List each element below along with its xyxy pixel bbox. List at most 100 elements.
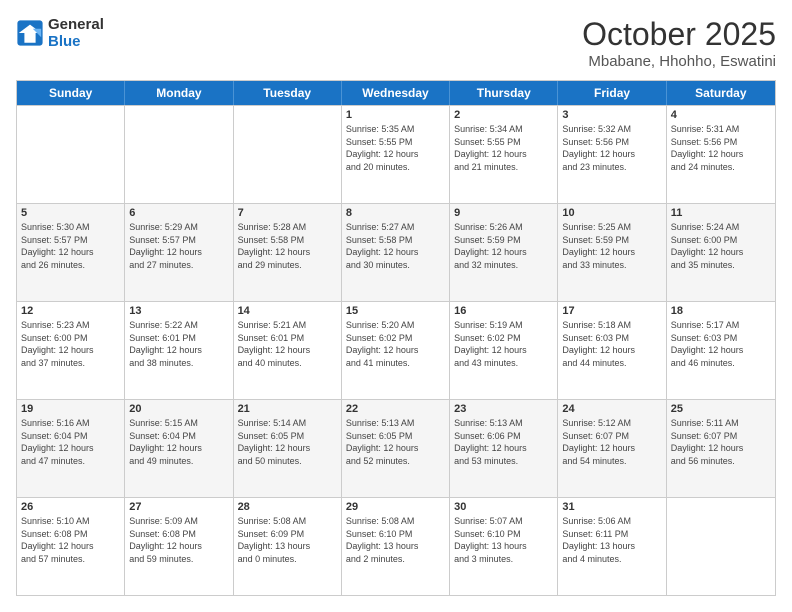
calendar-cell: 5 Sunrise: 5:30 AM Sunset: 5:57 PM Daylig… [17, 204, 125, 301]
calendar-cell: 9 Sunrise: 5:26 AM Sunset: 5:59 PM Daylig… [450, 204, 558, 301]
calendar: SundayMondayTuesdayWednesdayThursdayFrid… [16, 80, 776, 596]
calendar-cell: 7 Sunrise: 5:28 AM Sunset: 5:58 PM Daylig… [234, 204, 342, 301]
day-number: 14 [238, 305, 337, 317]
calendar-cell: 17Sunrise: 5:18 AM Sunset: 6:03 PM Dayli… [558, 302, 666, 399]
calendar-cell: 29 Sunrise: 5:08 AM Sunset: 6:10 PM Dayli… [342, 498, 450, 595]
day-info: Sunrise: 5:18 AM Sunset: 6:03 PM Dayligh… [562, 319, 661, 369]
day-number: 19 [21, 403, 120, 415]
header-day-tuesday: Tuesday [234, 81, 342, 105]
calendar-cell: 25Sunrise: 5:11 AM Sunset: 6:07 PM Dayli… [667, 400, 775, 497]
calendar-cell: 13 Sunrise: 5:22 AM Sunset: 6:01 PM Dayli… [125, 302, 233, 399]
month-title: October 2025 [582, 16, 776, 53]
day-number: 10 [562, 207, 661, 219]
header-day-friday: Friday [558, 81, 666, 105]
day-number: 13 [129, 305, 228, 317]
calendar-cell: 18Sunrise: 5:17 AM Sunset: 6:03 PM Dayli… [667, 302, 775, 399]
calendar-cell: 31Sunrise: 5:06 AM Sunset: 6:11 PM Dayli… [558, 498, 666, 595]
day-number: 9 [454, 207, 553, 219]
day-info: Sunrise: 5:12 AM Sunset: 6:07 PM Dayligh… [562, 417, 661, 467]
calendar-body: 1Sunrise: 5:35 AM Sunset: 5:55 PM Daylig… [17, 105, 775, 595]
calendar-cell: 14 Sunrise: 5:21 AM Sunset: 6:01 PM Dayli… [234, 302, 342, 399]
day-info: Sunrise: 5:10 AM Sunset: 6:08 PM Dayligh… [21, 515, 120, 565]
day-number: 28 [238, 501, 337, 513]
calendar-cell: 30Sunrise: 5:07 AM Sunset: 6:10 PM Dayli… [450, 498, 558, 595]
day-number: 23 [454, 403, 553, 415]
calendar-cell: 26 Sunrise: 5:10 AM Sunset: 6:08 PM Dayli… [17, 498, 125, 595]
day-info: Sunrise: 5:35 AM Sunset: 5:55 PM Dayligh… [346, 123, 445, 173]
calendar-cell: 11Sunrise: 5:24 AM Sunset: 6:00 PM Dayli… [667, 204, 775, 301]
header-day-monday: Monday [125, 81, 233, 105]
calendar-row: 12Sunrise: 5:23 AM Sunset: 6:00 PM Dayli… [17, 301, 775, 399]
calendar-row: 1Sunrise: 5:35 AM Sunset: 5:55 PM Daylig… [17, 105, 775, 203]
calendar-cell [234, 106, 342, 203]
calendar-cell: 12Sunrise: 5:23 AM Sunset: 6:00 PM Dayli… [17, 302, 125, 399]
day-info: Sunrise: 5:28 AM Sunset: 5:58 PM Dayligh… [238, 221, 337, 271]
day-number: 16 [454, 305, 553, 317]
calendar-cell: 27 Sunrise: 5:09 AM Sunset: 6:08 PM Dayli… [125, 498, 233, 595]
logo-icon [16, 19, 44, 47]
day-info: Sunrise: 5:13 AM Sunset: 6:05 PM Dayligh… [346, 417, 445, 467]
day-info: Sunrise: 5:20 AM Sunset: 6:02 PM Dayligh… [346, 319, 445, 369]
day-number: 29 [346, 501, 445, 513]
day-info: Sunrise: 5:27 AM Sunset: 5:58 PM Dayligh… [346, 221, 445, 271]
day-number: 24 [562, 403, 661, 415]
calendar-cell: 19 Sunrise: 5:16 AM Sunset: 6:04 PM Dayli… [17, 400, 125, 497]
calendar-cell: 15 Sunrise: 5:20 AM Sunset: 6:02 PM Dayli… [342, 302, 450, 399]
calendar-cell: 1Sunrise: 5:35 AM Sunset: 5:55 PM Daylig… [342, 106, 450, 203]
calendar-cell [17, 106, 125, 203]
day-info: Sunrise: 5:34 AM Sunset: 5:55 PM Dayligh… [454, 123, 553, 173]
day-info: Sunrise: 5:21 AM Sunset: 6:01 PM Dayligh… [238, 319, 337, 369]
calendar-cell: 16 Sunrise: 5:19 AM Sunset: 6:02 PM Dayli… [450, 302, 558, 399]
day-number: 18 [671, 305, 771, 317]
day-info: Sunrise: 5:26 AM Sunset: 5:59 PM Dayligh… [454, 221, 553, 271]
day-info: Sunrise: 5:19 AM Sunset: 6:02 PM Dayligh… [454, 319, 553, 369]
calendar-cell: 21 Sunrise: 5:14 AM Sunset: 6:05 PM Dayli… [234, 400, 342, 497]
day-info: Sunrise: 5:11 AM Sunset: 6:07 PM Dayligh… [671, 417, 771, 467]
day-number: 4 [671, 109, 771, 121]
day-info: Sunrise: 5:08 AM Sunset: 6:10 PM Dayligh… [346, 515, 445, 565]
calendar-cell: 28 Sunrise: 5:08 AM Sunset: 6:09 PM Dayli… [234, 498, 342, 595]
day-info: Sunrise: 5:16 AM Sunset: 6:04 PM Dayligh… [21, 417, 120, 467]
calendar-cell [125, 106, 233, 203]
day-info: Sunrise: 5:22 AM Sunset: 6:01 PM Dayligh… [129, 319, 228, 369]
logo-line1: General [48, 16, 104, 33]
day-number: 3 [562, 109, 661, 121]
day-info: Sunrise: 5:30 AM Sunset: 5:57 PM Dayligh… [21, 221, 120, 271]
day-info: Sunrise: 5:15 AM Sunset: 6:04 PM Dayligh… [129, 417, 228, 467]
day-info: Sunrise: 5:24 AM Sunset: 6:00 PM Dayligh… [671, 221, 771, 271]
day-number: 31 [562, 501, 661, 513]
day-number: 27 [129, 501, 228, 513]
day-info: Sunrise: 5:23 AM Sunset: 6:00 PM Dayligh… [21, 319, 120, 369]
header-day-thursday: Thursday [450, 81, 558, 105]
calendar-cell: 2Sunrise: 5:34 AM Sunset: 5:55 PM Daylig… [450, 106, 558, 203]
calendar-cell: 3 Sunrise: 5:32 AM Sunset: 5:56 PM Daylig… [558, 106, 666, 203]
header-day-saturday: Saturday [667, 81, 775, 105]
day-number: 5 [21, 207, 120, 219]
day-info: Sunrise: 5:29 AM Sunset: 5:57 PM Dayligh… [129, 221, 228, 271]
calendar-cell: 4 Sunrise: 5:31 AM Sunset: 5:56 PM Daylig… [667, 106, 775, 203]
day-info: Sunrise: 5:13 AM Sunset: 6:06 PM Dayligh… [454, 417, 553, 467]
day-info: Sunrise: 5:32 AM Sunset: 5:56 PM Dayligh… [562, 123, 661, 173]
day-number: 21 [238, 403, 337, 415]
header-day-wednesday: Wednesday [342, 81, 450, 105]
calendar-cell: 8 Sunrise: 5:27 AM Sunset: 5:58 PM Daylig… [342, 204, 450, 301]
day-info: Sunrise: 5:09 AM Sunset: 6:08 PM Dayligh… [129, 515, 228, 565]
logo-line2: Blue [48, 33, 104, 50]
day-number: 26 [21, 501, 120, 513]
day-number: 22 [346, 403, 445, 415]
calendar-cell: 6Sunrise: 5:29 AM Sunset: 5:57 PM Daylig… [125, 204, 233, 301]
title-block: October 2025 Mbabane, Hhohho, Eswatini [582, 16, 776, 70]
day-number: 15 [346, 305, 445, 317]
calendar-cell [667, 498, 775, 595]
calendar-cell: 20 Sunrise: 5:15 AM Sunset: 6:04 PM Dayli… [125, 400, 233, 497]
calendar-cell: 22 Sunrise: 5:13 AM Sunset: 6:05 PM Dayli… [342, 400, 450, 497]
location-subtitle: Mbabane, Hhohho, Eswatini [582, 53, 776, 70]
day-info: Sunrise: 5:08 AM Sunset: 6:09 PM Dayligh… [238, 515, 337, 565]
calendar-row: 19 Sunrise: 5:16 AM Sunset: 6:04 PM Dayli… [17, 399, 775, 497]
calendar-cell: 24 Sunrise: 5:12 AM Sunset: 6:07 PM Dayli… [558, 400, 666, 497]
day-number: 20 [129, 403, 228, 415]
day-info: Sunrise: 5:14 AM Sunset: 6:05 PM Dayligh… [238, 417, 337, 467]
day-info: Sunrise: 5:31 AM Sunset: 5:56 PM Dayligh… [671, 123, 771, 173]
day-number: 8 [346, 207, 445, 219]
day-number: 7 [238, 207, 337, 219]
